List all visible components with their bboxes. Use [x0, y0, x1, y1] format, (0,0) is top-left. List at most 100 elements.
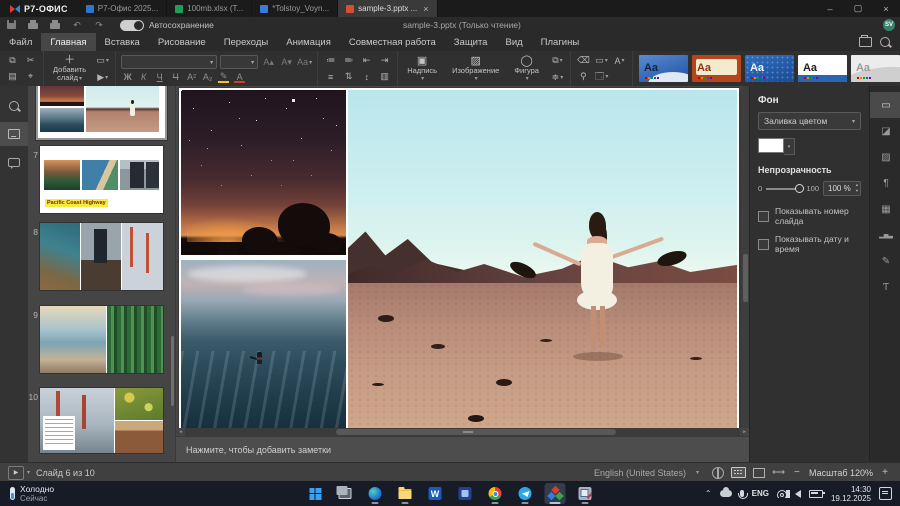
doc-tab-portal[interactable]: Р7-Офис 2025...	[78, 0, 167, 17]
font-color-button[interactable]: A	[233, 72, 246, 82]
maximize-button[interactable]: ▢	[844, 0, 872, 17]
comments-panel-button[interactable]	[0, 150, 28, 174]
input-language[interactable]: ENG	[752, 489, 769, 498]
arrange-button[interactable]: ▾	[550, 53, 565, 67]
tab-draw[interactable]: Рисование	[149, 33, 215, 51]
bold-button[interactable]: Ж	[121, 72, 134, 82]
chevron-down-icon[interactable]: ▾	[27, 469, 30, 476]
thumbnail-slide-9[interactable]	[40, 306, 163, 373]
start-slideshow-icon[interactable]: ▶	[8, 466, 24, 480]
splitter-grip[interactable]	[463, 431, 473, 433]
thumbnail-slide-7[interactable]: Pacific Coast Highway	[40, 146, 163, 213]
opacity-slider-knob[interactable]	[795, 184, 804, 193]
increase-indent-button[interactable]	[377, 54, 392, 68]
vertical-scrollbar[interactable]	[742, 86, 749, 428]
autosave-toggle[interactable]	[120, 20, 144, 31]
horizontal-align-button[interactable]	[323, 70, 338, 84]
photo-starry-night[interactable]	[181, 90, 346, 255]
color-swatch-white[interactable]	[758, 138, 784, 153]
spinner-arrows-icon[interactable]: ▲▼	[855, 182, 859, 194]
thumbnail-slide-10[interactable]	[40, 388, 163, 453]
slide-size-button[interactable]: ▾	[594, 54, 609, 68]
theme-blue-wave[interactable]: Aa	[639, 55, 688, 82]
numbering-button[interactable]	[341, 54, 356, 68]
show-date-time-option[interactable]: Показывать дату и время	[758, 234, 861, 254]
fit-to-slide-icon[interactable]	[753, 468, 765, 478]
paragraph-settings-tab[interactable]	[870, 170, 900, 196]
microphone-icon[interactable]	[740, 490, 744, 497]
theme-gray-swoosh[interactable]: Aa	[851, 55, 900, 82]
scroll-left-arrow-icon[interactable]: ◂	[176, 428, 185, 436]
italic-button[interactable]: К	[137, 72, 150, 82]
increase-font-button[interactable]: A▴	[261, 55, 276, 69]
tab-protection[interactable]: Защита	[445, 33, 497, 51]
theme-orange-frame[interactable]: Aa	[692, 55, 741, 82]
vertical-scrollbar-thumb[interactable]	[743, 254, 748, 302]
clear-style-button[interactable]	[576, 54, 591, 68]
user-avatar[interactable]: SV	[883, 19, 895, 31]
thumbnails-scrollbar[interactable]	[171, 336, 174, 406]
zoom-in-button[interactable]: +	[880, 467, 890, 478]
thumbnail-slide-8[interactable]	[40, 223, 163, 290]
columns-button[interactable]	[377, 70, 392, 84]
highlight-color-button[interactable]	[217, 71, 230, 82]
quick-print-button[interactable]	[44, 20, 66, 31]
r7-office-app-active[interactable]	[545, 483, 566, 504]
superscript-button[interactable]: A²	[185, 72, 198, 82]
tab-home[interactable]: Главная	[41, 33, 95, 51]
close-button[interactable]: ×	[872, 0, 900, 17]
snipping-tool-app[interactable]	[575, 483, 596, 504]
show-slide-number-option[interactable]: Показывать номер слайда	[758, 206, 861, 226]
paste-button[interactable]	[5, 70, 20, 84]
office-app[interactable]	[455, 483, 476, 504]
bullets-button[interactable]	[323, 54, 338, 68]
table-settings-tab[interactable]	[870, 196, 900, 222]
weather-widget[interactable]: Холодно Сейчас	[0, 484, 160, 504]
select-button[interactable]	[23, 70, 38, 84]
clock[interactable]: 14:30 19.12.2025	[831, 485, 871, 503]
doc-tab-presentation-active[interactable]: sample-3.pptx ... ×	[338, 0, 437, 17]
horizontal-scrollbar-thumb[interactable]	[336, 429, 616, 435]
file-explorer-app[interactable]	[395, 483, 416, 504]
tab-transitions[interactable]: Переходы	[215, 33, 278, 51]
notification-center-icon[interactable]	[879, 487, 892, 500]
save-button[interactable]	[0, 20, 22, 31]
doc-tab-spreadsheet[interactable]: 100mb.xlsx (Т...	[167, 0, 252, 17]
print-button[interactable]	[22, 20, 44, 31]
tab-file[interactable]: Файл	[0, 33, 41, 51]
tray-overflow-icon[interactable]: ⌃	[705, 489, 712, 498]
close-tab-icon[interactable]: ×	[423, 4, 428, 14]
line-spacing-button[interactable]	[359, 70, 374, 84]
decrease-font-button[interactable]: A▾	[279, 55, 294, 69]
start-slideshow-button[interactable]: ▾	[95, 70, 110, 84]
onedrive-icon[interactable]	[720, 490, 732, 497]
telegram-app[interactable]	[515, 483, 536, 504]
font-size-select[interactable]: ▾	[220, 55, 258, 69]
scroll-right-arrow-icon[interactable]: ▸	[740, 428, 749, 436]
vertical-align-button[interactable]	[341, 70, 356, 84]
tab-collaboration[interactable]: Совместная работа	[340, 33, 445, 51]
textart-settings-tab[interactable]	[870, 274, 900, 300]
volume-icon[interactable]	[795, 490, 801, 498]
underline-button[interactable]: Ч	[153, 72, 166, 82]
image-settings-tab[interactable]	[870, 144, 900, 170]
chart-settings-tab[interactable]	[870, 222, 900, 248]
slides-panel-button[interactable]	[0, 122, 28, 146]
align-objects-button[interactable]: ▾	[550, 70, 565, 84]
minimize-button[interactable]: –	[816, 0, 844, 17]
undo-button[interactable]	[66, 20, 88, 31]
replace-button[interactable]: ▾	[612, 54, 627, 68]
checkbox-date-time[interactable]	[758, 239, 769, 250]
doc-tab-document[interactable]: *Tolstoy_Voyn...	[252, 0, 338, 17]
checkbox-slide-number[interactable]	[758, 211, 769, 222]
chevron-down-icon[interactable]: ▾	[696, 469, 699, 476]
tab-view[interactable]: Вид	[496, 33, 531, 51]
search-icon[interactable]	[880, 37, 890, 47]
format-painter-button[interactable]	[576, 70, 591, 84]
insert-shape-button[interactable]: Фигура▾	[510, 55, 543, 83]
fit-to-width-icon[interactable]	[772, 467, 785, 478]
opacity-value-spinner[interactable]: 100 % ▲▼	[823, 181, 861, 196]
task-view-button[interactable]	[335, 483, 356, 504]
cut-button[interactable]	[23, 54, 38, 68]
open-file-location-icon[interactable]	[859, 37, 872, 47]
